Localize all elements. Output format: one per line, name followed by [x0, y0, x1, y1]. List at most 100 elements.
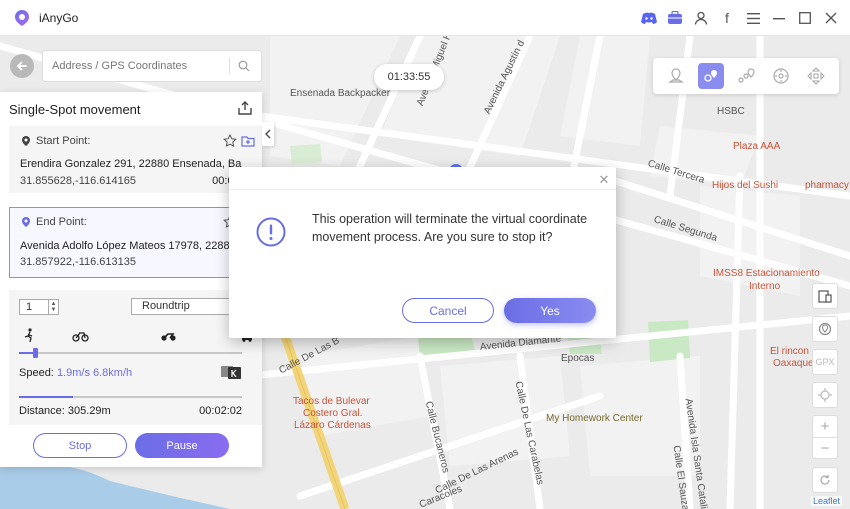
- crosshair-icon: [818, 388, 832, 402]
- zoom-out-button[interactable]: −: [812, 437, 838, 459]
- map-label-imss-2: Interno: [749, 281, 781, 292]
- map-label-epocas: Epocas: [561, 353, 595, 364]
- speed-value: 1.9m/s 6.8km/h: [56, 367, 133, 379]
- joystick-mode-button[interactable]: [768, 63, 794, 89]
- joystick-icon: [773, 68, 789, 84]
- map-label-backpacker: Ensenada Backpacker: [290, 88, 391, 99]
- end-point-label: End Point:: [36, 216, 87, 228]
- keyboard-mode-button[interactable]: [803, 63, 829, 89]
- location-target-icon: [818, 322, 832, 336]
- map-label-oaxaque: Oaxaque: [773, 358, 814, 369]
- leaflet-attribution[interactable]: Leaflet: [810, 496, 842, 506]
- search-bar: [42, 50, 262, 82]
- search-input[interactable]: [43, 52, 229, 80]
- walk-icon: [24, 328, 33, 342]
- stop-button[interactable]: Stop: [33, 433, 127, 458]
- locate-button[interactable]: [812, 316, 838, 342]
- reset-map-button[interactable]: [812, 467, 838, 493]
- speed-mode-icons: [24, 328, 252, 342]
- start-point-label: Start Point:: [36, 135, 91, 147]
- title-bar: iAnyGo f: [0, 0, 850, 36]
- pause-button[interactable]: Pause: [135, 433, 229, 458]
- location-pin-icon: [22, 136, 30, 146]
- star-icon[interactable]: [223, 134, 237, 148]
- location-pin-icon: [22, 217, 30, 227]
- app-logo-icon: [15, 9, 29, 26]
- start-point-header: Start Point:: [20, 135, 90, 147]
- map-label-rincon: El rincon: [770, 346, 809, 357]
- speed-readout: Speed: 1.9m/s 6.8km/h: [19, 367, 132, 379]
- repeat-count-value: 1: [26, 301, 33, 313]
- close-window-icon[interactable]: [822, 9, 840, 27]
- map-label-homework: My Homework Center: [546, 413, 643, 424]
- gpx-import-button[interactable]: GPX: [812, 349, 838, 375]
- start-point-address: Erendira Gonzalez 291, 22880 Ensenada, B…: [20, 158, 242, 170]
- device-panel-button[interactable]: [812, 283, 838, 309]
- multi-spot-mode-button[interactable]: [733, 63, 759, 89]
- map-label-hsbc: HSBC: [717, 106, 745, 117]
- movement-settings: 1 ▲ ▼ Roundtrip Speed: 1.9m/s 6.8km/h Dis…: [9, 290, 262, 425]
- multi-spot-icon: [738, 68, 755, 83]
- zoom-in-button[interactable]: +: [812, 415, 838, 437]
- map-label-pharmacy: pharmacy: [805, 180, 849, 191]
- route-progress-bar: [19, 396, 242, 398]
- start-point-coords: 31.855628,-116.614165: [20, 175, 137, 187]
- chevron-left-icon: [265, 129, 271, 139]
- device-icon: [818, 290, 832, 303]
- minimize-icon[interactable]: [770, 9, 788, 27]
- add-folder-icon[interactable]: [241, 134, 255, 148]
- current-location-button[interactable]: [812, 382, 838, 408]
- menu-icon[interactable]: [744, 9, 762, 27]
- teleport-icon: [668, 68, 685, 83]
- confirm-stop-dialog: ✕ This operation will terminate the virt…: [229, 167, 616, 338]
- speed-label: Speed:: [19, 367, 54, 379]
- yes-button[interactable]: Yes: [504, 298, 596, 323]
- back-button[interactable]: [10, 54, 34, 78]
- discord-icon[interactable]: [640, 9, 658, 27]
- collapse-panel-button[interactable]: [262, 122, 274, 146]
- speed-slider-handle[interactable]: [32, 348, 38, 358]
- app-name: iAnyGo: [39, 10, 79, 25]
- motorcycle-icon: [161, 333, 176, 341]
- direction-pad-icon: [806, 67, 825, 85]
- user-icon[interactable]: [692, 9, 710, 27]
- start-point-card[interactable]: Start Point: Erendira Gonzalez 291, 2288…: [9, 126, 262, 193]
- single-spot-mode-button[interactable]: [698, 63, 725, 89]
- movement-panel: Single-Spot movement Start Point: Erendi…: [0, 92, 262, 467]
- repeat-count-stepper[interactable]: 1 ▲ ▼: [19, 299, 59, 315]
- dialog-message: This operation will terminate the virtua…: [312, 212, 588, 244]
- end-point-header: End Point:: [20, 216, 87, 228]
- route-progress-fill: [19, 396, 73, 398]
- end-point-card[interactable]: End Point: Avenida Adolfo López Mateos 1…: [9, 207, 262, 278]
- dialog-close-icon[interactable]: ✕: [597, 173, 611, 187]
- arrow-left-icon: [16, 61, 27, 71]
- export-icon[interactable]: [237, 100, 253, 116]
- search-icon[interactable]: [230, 52, 258, 80]
- stepper-arrows-icon[interactable]: ▲ ▼: [48, 300, 58, 314]
- map-label-sushi: Hijos del Sushi: [712, 180, 779, 191]
- end-point-coords: 31.857922,-116.613135: [20, 256, 137, 268]
- teleport-mode-button[interactable]: [663, 63, 689, 89]
- dialog-divider: [229, 189, 616, 190]
- end-point-address: Avenida Adolfo López Mateos 17978, 2288: [20, 240, 230, 252]
- eta-readout: 00:02:02: [199, 405, 242, 417]
- movement-timer: 01:33:55: [374, 64, 444, 90]
- map-label-tacos-1: Tacos de Bulevar: [293, 396, 370, 407]
- keyboard-shortcut-icon[interactable]: [221, 365, 241, 379]
- speed-slider[interactable]: [19, 348, 242, 358]
- toolbox-icon[interactable]: [666, 9, 684, 27]
- mode-toolbar: [653, 58, 839, 94]
- refresh-icon: [820, 475, 830, 485]
- map-label-tacos-3: Lázaro Cárdenas: [294, 420, 371, 431]
- map-label-plaza: Plaza AAA: [733, 141, 781, 152]
- map-label-imss: IMSS8 Estacionamiento: [713, 268, 820, 279]
- panel-title: Single-Spot movement: [9, 102, 141, 117]
- info-icon: [256, 217, 286, 247]
- distance-readout: Distance: 305.29m: [19, 405, 111, 417]
- cancel-button[interactable]: Cancel: [402, 298, 494, 323]
- maximize-icon[interactable]: [796, 9, 814, 27]
- map-label-tacos-2: Costero Gral.: [303, 408, 363, 419]
- facebook-icon[interactable]: f: [718, 9, 736, 27]
- single-spot-icon: [704, 70, 718, 82]
- bike-icon: [72, 332, 89, 342]
